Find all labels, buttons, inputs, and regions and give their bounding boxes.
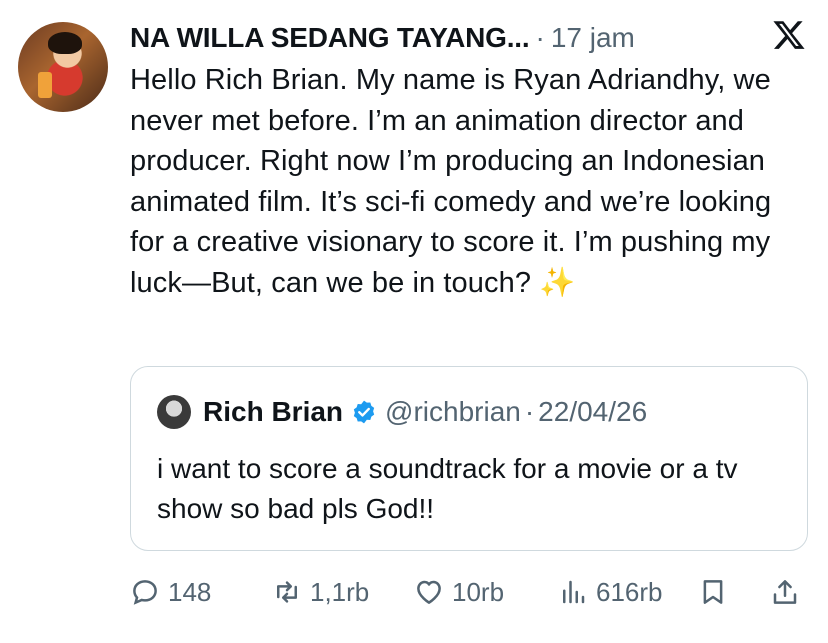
quote-text: i want to score a soundtrack for a movie… [157,453,738,524]
x-logo-icon[interactable] [772,18,806,52]
views-count: 616rb [596,576,663,607]
like-button[interactable]: 10rb [414,572,504,612]
repost-count: 1,1rb [310,576,370,607]
header-separator: · [535,22,545,53]
verified-badge-icon [353,400,375,424]
bookmark-icon [703,580,723,604]
author-avatar[interactable] [18,22,108,112]
bookmark-button[interactable] [698,572,736,612]
reply-icon [133,580,157,605]
tweet-header: NA WILLA SEDANG TAYANG... · 17 jam [130,18,788,58]
share-button[interactable] [770,572,808,612]
views-icon [563,580,585,604]
quoted-tweet[interactable]: Rich Brian @richbrian · 22/04/26 i want … [130,366,808,551]
like-count: 10rb [452,576,505,607]
quote-date[interactable]: 22/04/26 [538,396,647,428]
repost-button[interactable]: 1,1rb [272,572,369,612]
sparkles-emoji: ✨ [539,266,576,299]
action-bar: 148 1,1rb 10rb 616rb [130,572,810,612]
quote-header: Rich Brian @richbrian · 22/04/26 [157,395,647,429]
repost-icon [277,581,297,603]
author-name[interactable]: NA WILLA SEDANG TAYANG... [130,22,530,54]
quote-handle[interactable]: @richbrian [385,396,521,428]
quote-author-name[interactable]: Rich Brian [203,396,343,428]
tweet-text: Hello Rich Brian. My name is Ryan Adrian… [130,64,772,299]
tweet-time[interactable]: 17 jam [551,22,635,54]
avatar-hair [48,32,82,54]
quote-separator: · [524,396,535,427]
share-icon [773,580,797,604]
avatar-cup [38,72,52,98]
heart-icon [417,580,441,604]
tweet-body: Hello Rich Brian. My name is Ryan Adrian… [130,60,810,303]
quote-avatar[interactable] [157,395,191,429]
reply-count: 148 [168,576,212,607]
reply-button[interactable]: 148 [130,572,211,612]
views-button[interactable]: 616rb [558,572,663,612]
